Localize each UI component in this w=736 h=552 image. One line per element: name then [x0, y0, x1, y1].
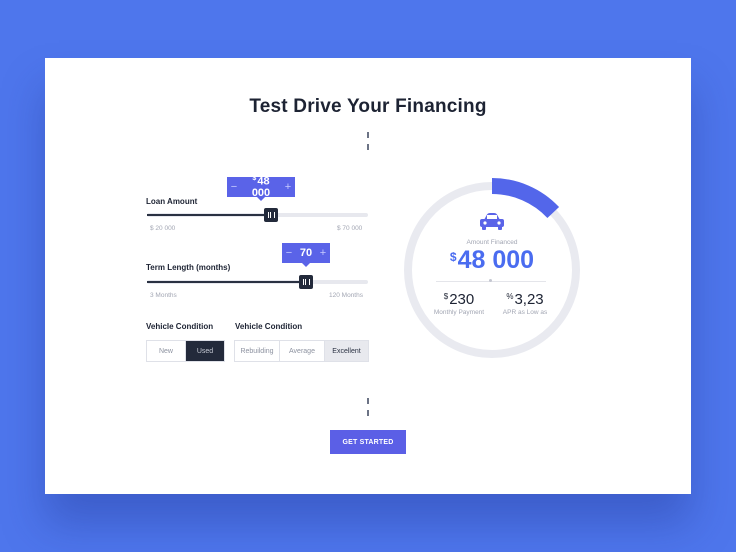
financing-summary: Amount Financed $48 000 $230 Monthly Pay…	[400, 178, 580, 358]
divider-dashed-top	[367, 132, 369, 150]
amount-financed-label: Amount Financed	[466, 239, 518, 246]
apr-value: %3,23	[490, 291, 560, 308]
term-length-bubble: − 70 +	[282, 243, 330, 267]
apr-percent-symbol: %	[506, 292, 514, 301]
amount-financed-number: 48 000	[457, 246, 535, 274]
loan-max-label: $ 70 000	[337, 225, 363, 232]
vehicle-condition-label-a: Vehicle Condition	[146, 322, 214, 331]
apr-label: APR as Low as	[502, 309, 548, 316]
vehicle-condition-label-b: Vehicle Condition	[235, 322, 303, 331]
amount-financed-value: $48 000	[400, 246, 584, 275]
monthly-payment-value: $230	[424, 291, 494, 308]
loan-slider-fill	[147, 214, 271, 216]
slider-grip-icon	[267, 212, 275, 218]
loan-amount-label: Loan Amount	[146, 197, 198, 206]
monthly-payment-number: 230	[449, 291, 475, 308]
slider-grip-icon	[302, 279, 310, 285]
condition-option-new[interactable]: New	[147, 341, 186, 361]
term-min-label: 3 Months	[150, 292, 177, 299]
divider-dashed-bottom	[367, 398, 369, 416]
term-max-label: 120 Months	[329, 292, 363, 299]
term-length-label: Term Length (months)	[146, 263, 231, 272]
monthly-payment-label: Monthly Payment	[433, 309, 485, 316]
term-length-value: 70	[299, 247, 313, 259]
term-length-slider[interactable]	[147, 275, 368, 289]
get-started-button[interactable]: GET STARTED	[330, 430, 406, 454]
term-slider-handle[interactable]	[299, 275, 313, 289]
loan-amount-bubble: − $48 000 +	[227, 175, 295, 201]
loan-min-label: $ 20 000	[150, 225, 176, 232]
loan-amount-slider[interactable]	[147, 208, 368, 222]
financing-card: Test Drive Your Financing Loan Amount − …	[45, 58, 691, 494]
term-slider-fill	[147, 281, 306, 283]
loan-currency: $	[252, 174, 257, 182]
condition-option-used[interactable]: Used	[186, 341, 224, 361]
monthly-payment-stat: $230 Monthly Payment	[424, 291, 494, 316]
monthly-currency: $	[443, 292, 449, 301]
loan-slider-handle[interactable]	[264, 208, 278, 222]
summary-divider-dot	[489, 279, 492, 282]
condition-option-average[interactable]: Average	[280, 341, 325, 361]
car-icon	[480, 213, 504, 230]
vehicle-condition-toggle-a: New Used	[146, 340, 225, 362]
condition-option-excellent[interactable]: Excellent	[325, 341, 368, 361]
page-title: Test Drive Your Financing	[249, 96, 487, 117]
ring-progress	[491, 178, 560, 219]
apr-number: 3,23	[514, 291, 544, 308]
loan-decrement-button[interactable]: −	[227, 181, 241, 193]
vehicle-condition-toggle-b: Rebuilding Average Excellent	[234, 340, 369, 362]
amount-currency: $	[449, 250, 457, 264]
term-decrement-button[interactable]: −	[282, 247, 296, 259]
term-increment-button[interactable]: +	[316, 247, 330, 259]
apr-stat: %3,23 APR as Low as	[490, 291, 560, 316]
loan-amount-value: $48 000	[241, 175, 281, 200]
condition-option-rebuilding[interactable]: Rebuilding	[235, 341, 280, 361]
loan-increment-button[interactable]: +	[281, 181, 295, 193]
